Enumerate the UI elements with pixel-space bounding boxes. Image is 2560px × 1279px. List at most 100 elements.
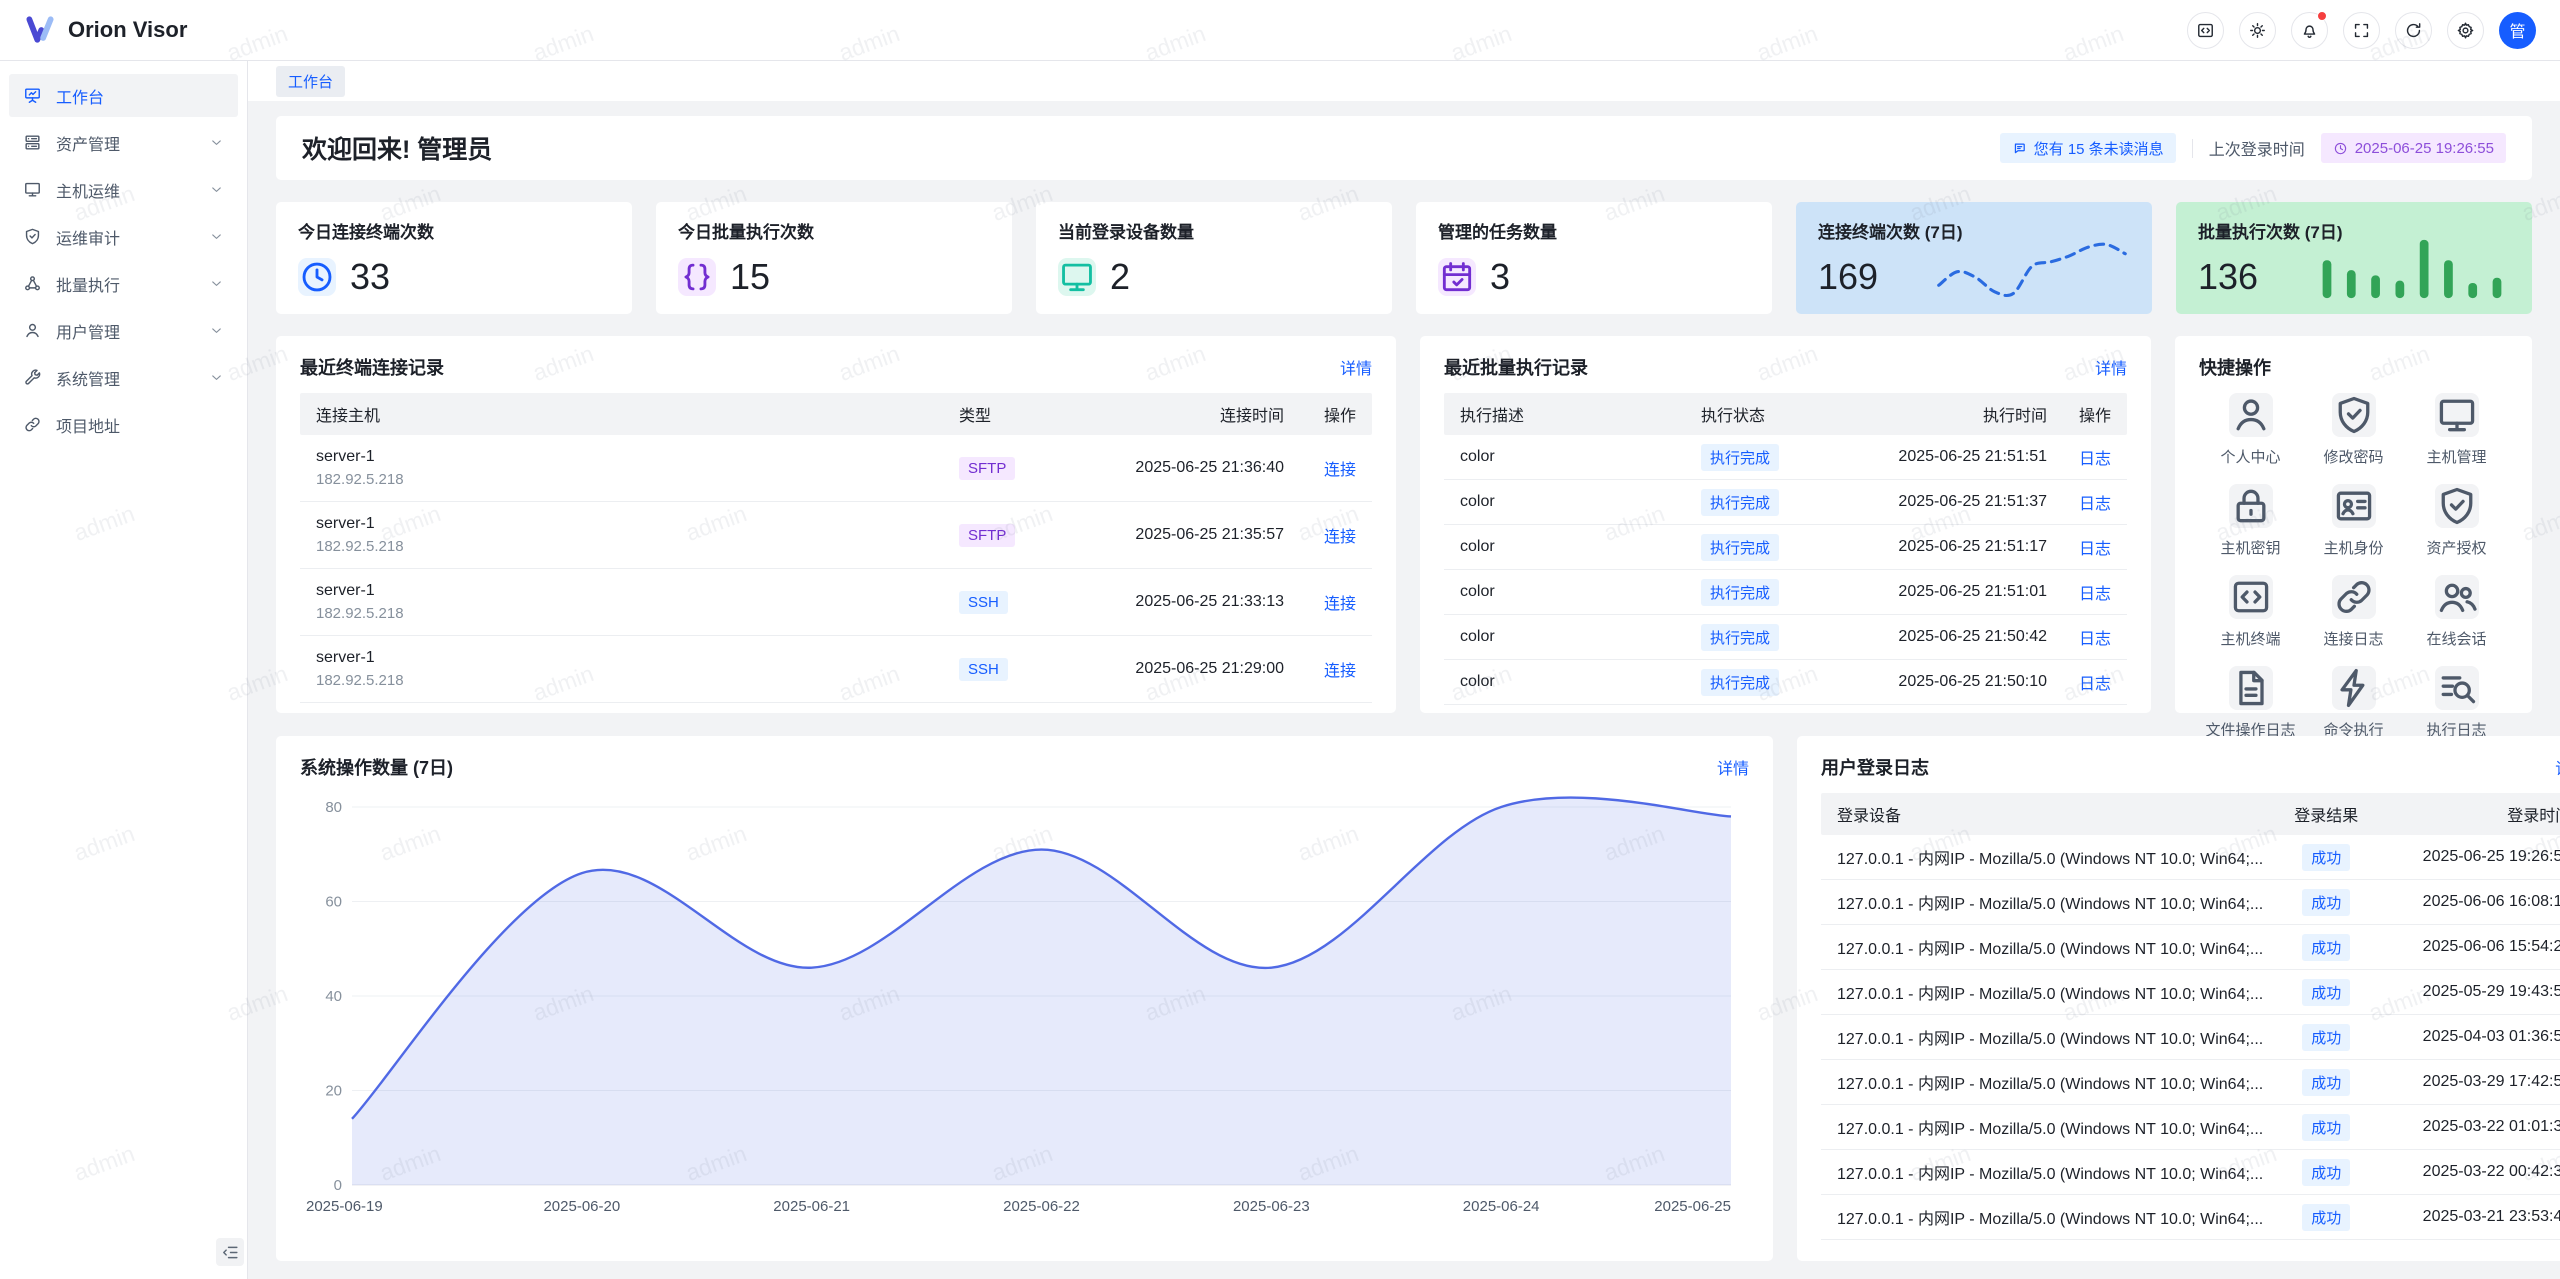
- stat-card-batch-7d: 批量执行次数 (7日) 136: [2176, 202, 2532, 314]
- svg-text:2025-06-23: 2025-06-23: [1233, 1198, 1310, 1215]
- code-view-button[interactable]: [2187, 12, 2224, 49]
- chevron-down-icon: [209, 276, 224, 291]
- user-avatar[interactable]: 管: [2499, 12, 2536, 49]
- logo-icon: [24, 14, 56, 46]
- login-time: 2025-03-21 23:53:43: [2381, 1208, 2560, 1226]
- table-row: 127.0.0.1 - 内网IP - Mozilla/5.0 (Windows …: [1821, 835, 2560, 880]
- table-row: 127.0.0.1 - 内网IP - Mozilla/5.0 (Windows …: [1821, 880, 2560, 925]
- log-link[interactable]: 日志: [2079, 541, 2111, 558]
- code-box-icon: [2229, 575, 2273, 619]
- table-row: server-1182.92.5.218 SFTP 2025-06-25 21:…: [300, 435, 1372, 502]
- connect-link[interactable]: 连接: [1324, 596, 1356, 613]
- log-link[interactable]: 日志: [2079, 676, 2111, 693]
- last-login-time: 2025-06-25 19:26:55: [2355, 140, 2494, 157]
- exec-time: 2025-06-25 21:51:51: [1851, 448, 2047, 466]
- svg-text:2025-06-19: 2025-06-19: [306, 1198, 383, 1215]
- settings-button[interactable]: [2447, 12, 2484, 49]
- stat-card-managed-tasks: 管理的任务数量 3: [1416, 202, 1772, 314]
- login-time: 2025-05-29 19:43:57: [2381, 983, 2560, 1001]
- table-row: server-1182.92.5.218 SFTP 2025-06-25 21:…: [300, 502, 1372, 569]
- exec-time: 2025-06-25 21:50:10: [1851, 673, 2047, 691]
- quick-action-connection-logs[interactable]: 连接日志: [2302, 575, 2405, 649]
- breadcrumb-item-workbench[interactable]: 工作台: [276, 66, 345, 97]
- quick-action-host-management[interactable]: 主机管理: [2405, 393, 2508, 467]
- sidebar-item-label: 项目地址: [56, 413, 224, 437]
- unread-messages-badge[interactable]: 您有 15 条未读消息: [2000, 133, 2176, 163]
- login-detail-link[interactable]: 详情: [2555, 755, 2560, 779]
- stat-card-terminal-7d: 连接终端次数 (7日) 169: [1796, 202, 2152, 314]
- clock-icon: [2333, 141, 2348, 156]
- clock-icon: [298, 258, 336, 296]
- monitor-icon: [23, 180, 42, 199]
- sidebar-item-host-ops[interactable]: 主机运维: [9, 168, 238, 211]
- svg-text:40: 40: [325, 988, 342, 1005]
- host-ip: 182.92.5.218: [316, 672, 959, 689]
- quick-action-host-terminal[interactable]: 主机终端: [2199, 575, 2302, 649]
- sidebar-item-batch-exec[interactable]: 批量执行: [9, 262, 238, 305]
- login-result-badge: 成功: [2302, 1159, 2350, 1186]
- login-time: 2025-06-06 16:08:17: [2381, 893, 2560, 911]
- fullscreen-button[interactable]: [2343, 12, 2380, 49]
- svg-text:2025-06-25: 2025-06-25: [1654, 1198, 1731, 1215]
- quick-action-command-execution[interactable]: 命令执行: [2302, 666, 2405, 740]
- quick-action-execution-logs[interactable]: 执行日志: [2405, 666, 2508, 740]
- sidebar-item-label: 工作台: [56, 84, 224, 108]
- connect-link[interactable]: 连接: [1324, 462, 1356, 479]
- exec-time: 2025-06-25 21:51:17: [1851, 538, 2047, 556]
- column-header: 操作: [2047, 402, 2111, 426]
- braces-icon: [678, 258, 716, 296]
- terminal-detail-link[interactable]: 详情: [1340, 355, 1372, 379]
- sidebar-item-project-link[interactable]: 项目地址: [9, 403, 238, 446]
- quick-action-online-sessions[interactable]: 在线会话: [2405, 575, 2508, 649]
- quick-action-asset-authorization[interactable]: 资产授权: [2405, 484, 2508, 558]
- batch-executions-panel: 最近批量执行记录 详情 执行描述 执行状态 执行时间 操作 color 执行完成…: [1420, 336, 2151, 713]
- welcome-title: 欢迎回来! 管理员: [302, 130, 492, 166]
- connect-link[interactable]: 连接: [1324, 663, 1356, 680]
- chart-detail-link[interactable]: 详情: [1717, 755, 1749, 779]
- login-result-badge: 成功: [2302, 844, 2350, 871]
- panel-title: 快捷操作: [2199, 354, 2271, 380]
- connect-link[interactable]: 连接: [1324, 529, 1356, 546]
- quick-action-file-operation-logs[interactable]: 文件操作日志: [2199, 666, 2302, 740]
- column-header: 执行状态: [1701, 402, 1851, 426]
- shield-check-icon: [2435, 484, 2479, 528]
- stat-label: 管理的任务数量: [1438, 218, 1750, 243]
- sidebar-collapse-button[interactable]: [216, 1238, 244, 1266]
- user-icon: [2229, 393, 2273, 437]
- log-link[interactable]: 日志: [2079, 631, 2111, 648]
- login-result-badge: 成功: [2302, 1024, 2350, 1051]
- column-header: 执行描述: [1460, 402, 1701, 426]
- quick-action-change-password[interactable]: 修改密码: [2302, 393, 2405, 467]
- quick-action-host-identity[interactable]: 主机身份: [2302, 484, 2405, 558]
- welcome-banner: 欢迎回来! 管理员 您有 15 条未读消息 上次登录时间 2025-06-25 …: [276, 116, 2532, 180]
- login-device: 127.0.0.1 - 内网IP - Mozilla/5.0 (Windows …: [1837, 980, 2271, 1004]
- table-row: 127.0.0.1 - 内网IP - Mozilla/5.0 (Windows …: [1821, 925, 2560, 970]
- svg-text:60: 60: [325, 894, 342, 911]
- link-icon: [23, 415, 42, 434]
- exec-time: 2025-06-25 21:51:01: [1851, 583, 2047, 601]
- sidebar-item-audit[interactable]: 运维审计: [9, 215, 238, 258]
- notifications-button[interactable]: [2291, 12, 2328, 49]
- batch-7d-sparkline: [2312, 234, 2512, 302]
- log-link[interactable]: 日志: [2079, 496, 2111, 513]
- sidebar-item-users[interactable]: 用户管理: [9, 309, 238, 352]
- exec-desc: color: [1460, 628, 1701, 646]
- search-list-icon: [2435, 666, 2479, 710]
- monitor-icon: [2435, 393, 2479, 437]
- sidebar-item-workbench[interactable]: 工作台: [9, 74, 238, 117]
- log-link[interactable]: 日志: [2079, 586, 2111, 603]
- refresh-button[interactable]: [2395, 12, 2432, 49]
- batch-detail-link[interactable]: 详情: [2095, 355, 2127, 379]
- theme-toggle-button[interactable]: [2239, 12, 2276, 49]
- login-device: 127.0.0.1 - 内网IP - Mozilla/5.0 (Windows …: [1837, 845, 2271, 869]
- sidebar-item-system[interactable]: 系统管理: [9, 356, 238, 399]
- quick-action-host-keys[interactable]: 主机密钥: [2199, 484, 2302, 558]
- log-link[interactable]: 日志: [2079, 451, 2111, 468]
- sidebar-item-assets[interactable]: 资产管理: [9, 121, 238, 164]
- breadcrumb: 工作台: [248, 61, 2560, 101]
- stat-card-terminal-today: 今日连接终端次数 33: [276, 202, 632, 314]
- sidebar-item-label: 运维审计: [56, 225, 195, 249]
- quick-action-profile[interactable]: 个人中心: [2199, 393, 2302, 467]
- protocol-badge: SSH: [959, 591, 1008, 614]
- table-header: 连接主机 类型 连接时间 操作: [300, 393, 1372, 435]
